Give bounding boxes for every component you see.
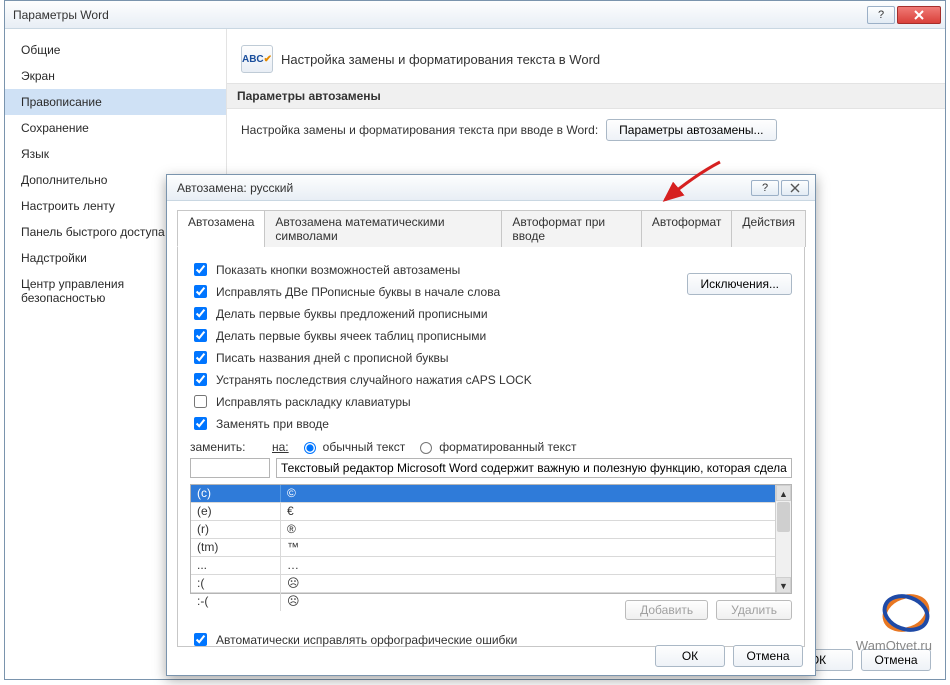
exceptions-button[interactable]: Исключения... (687, 273, 792, 295)
check-show-buttons[interactable] (194, 263, 207, 276)
tab-autoformat[interactable]: Автоформат (641, 210, 733, 247)
replace-label: заменить: (190, 440, 262, 454)
check-replace-typing-label: Заменять при вводе (216, 417, 329, 431)
close-icon (789, 183, 801, 193)
dialog-close-button[interactable] (781, 180, 809, 196)
check-day-names[interactable] (194, 351, 207, 364)
abc-check-icon: ABC✔ (241, 45, 273, 73)
section-autocorrect-options: Параметры автозамены (227, 83, 945, 109)
watermark-text: WamOtvet.ru (856, 638, 932, 653)
table-scrollbar[interactable]: ▲ ▼ (775, 485, 791, 593)
check-table-cells-caps[interactable] (194, 329, 207, 342)
tab-autoformat-typing[interactable]: Автоформат при вводе (501, 210, 642, 247)
sidebar-item-save[interactable]: Сохранение (5, 115, 226, 141)
check-caps-lock[interactable] (194, 373, 207, 386)
radio-plain-text[interactable] (304, 442, 316, 454)
content-header: Настройка замены и форматирования текста… (281, 52, 600, 67)
dialog-help-button[interactable]: ? (751, 180, 779, 196)
close-icon (914, 10, 924, 20)
dialog-ok-button[interactable]: ОК (655, 645, 725, 667)
help-button[interactable]: ? (867, 6, 895, 24)
check-day-names-label: Писать названия дней с прописной буквы (216, 351, 448, 365)
table-row[interactable]: (r)® (191, 521, 775, 539)
check-replace-typing[interactable] (194, 417, 207, 430)
watermark-logo-icon (880, 591, 932, 635)
scroll-up-icon[interactable]: ▲ (776, 485, 791, 501)
table-row[interactable]: (tm)™ (191, 539, 775, 557)
replacements-table: (c)© (e)€ (r)® (tm)™ ...… :(☹ :-(☹ ▲ ▼ (190, 484, 792, 594)
check-two-caps-label: Исправлять ДВе ПРописные буквы в начале … (216, 285, 500, 299)
dialog-title: Автозамена: русский (177, 181, 749, 195)
radio-formatted-text[interactable] (420, 442, 432, 454)
autocorrect-options-label: Настройка замены и форматирования текста… (241, 123, 598, 137)
sidebar-item-display[interactable]: Экран (5, 63, 226, 89)
tab-autocorrect[interactable]: Автозамена (177, 210, 265, 247)
watermark: WamOtvet.ru (856, 591, 932, 653)
autocorrect-options-button[interactable]: Параметры автозамены... (606, 119, 776, 141)
table-row[interactable]: (c)© (191, 485, 775, 503)
autocorrect-dialog: Автозамена: русский ? Автозамена Автозам… (166, 174, 816, 676)
check-show-buttons-label: Показать кнопки возможностей автозамены (216, 263, 460, 277)
dialog-cancel-button[interactable]: Отмена (733, 645, 803, 667)
window-title: Параметры Word (13, 8, 865, 22)
close-button[interactable] (897, 6, 941, 24)
scroll-down-icon[interactable]: ▼ (776, 577, 791, 593)
radio-plain-text-label: обычный текст (323, 440, 406, 454)
autocorrect-pane: Показать кнопки возможностей автозамены … (177, 247, 805, 647)
table-row[interactable]: :(☹ (191, 575, 775, 593)
sidebar-item-proofing[interactable]: Правописание (5, 89, 226, 115)
dialog-tabs: Автозамена Автозамена математическими си… (177, 209, 805, 247)
check-sentence-caps-label: Делать первые буквы предложений прописны… (216, 307, 488, 321)
sidebar-item-general[interactable]: Общие (5, 37, 226, 63)
check-keyboard-layout-label: Исправлять раскладку клавиатуры (216, 395, 411, 409)
dialog-titlebar: Автозамена: русский ? (167, 175, 815, 201)
titlebar: Параметры Word ? (5, 1, 945, 29)
tab-actions[interactable]: Действия (731, 210, 806, 247)
delete-button[interactable]: Удалить (716, 600, 792, 620)
table-row[interactable]: (e)€ (191, 503, 775, 521)
add-button[interactable]: Добавить (625, 600, 708, 620)
sidebar-item-language[interactable]: Язык (5, 141, 226, 167)
scroll-thumb[interactable] (777, 502, 790, 532)
check-keyboard-layout[interactable] (194, 395, 207, 408)
on-label: на: (272, 440, 289, 454)
tab-math-autocorrect[interactable]: Автозамена математическими символами (264, 210, 502, 247)
with-input[interactable] (276, 458, 792, 478)
check-auto-spell[interactable] (194, 633, 207, 646)
check-auto-spell-label: Автоматически исправлять орфографические… (216, 633, 517, 647)
check-table-cells-caps-label: Делать первые буквы ячеек таблиц прописн… (216, 329, 486, 343)
check-caps-lock-label: Устранять последствия случайного нажатия… (216, 373, 532, 387)
radio-formatted-text-label: форматированный текст (439, 440, 576, 454)
check-two-caps[interactable] (194, 285, 207, 298)
table-row[interactable]: ...… (191, 557, 775, 575)
replace-input[interactable] (190, 458, 270, 478)
check-sentence-caps[interactable] (194, 307, 207, 320)
